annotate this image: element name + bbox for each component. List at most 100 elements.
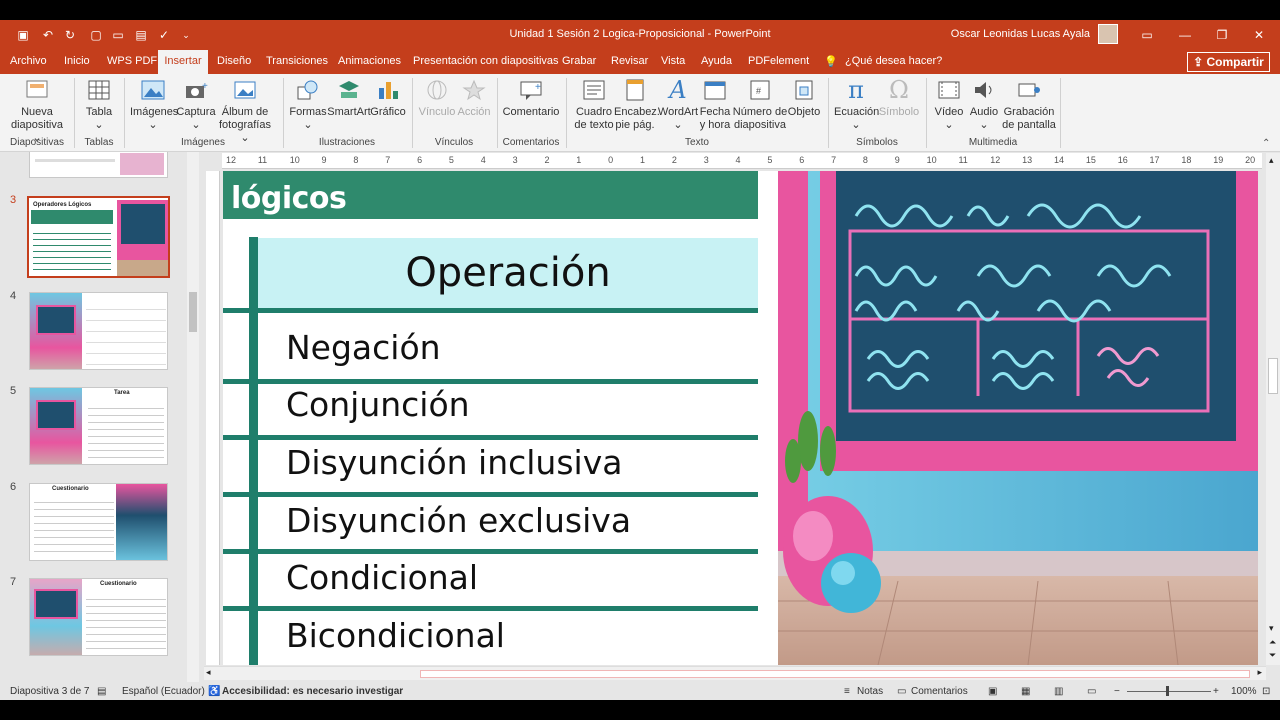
spellcheck-icon[interactable]: ▤ <box>97 686 106 697</box>
zoom-out-icon[interactable]: − <box>1114 686 1120 697</box>
operation-cell[interactable]: Conjunción <box>286 385 470 424</box>
wordart-button[interactable]: A WordArt ⌄ <box>656 78 700 132</box>
scroll-right-icon[interactable]: ▸ <box>1257 667 1262 678</box>
screenshot-button[interactable]: + Captura ⌄ <box>176 78 216 132</box>
group-label-multimedia: Multimedia <box>968 137 1018 148</box>
slide-thumbnail-3[interactable]: Operadores Lógicos <box>27 196 170 278</box>
operation-cell[interactable]: Condicional <box>286 558 478 597</box>
reading-view-icon[interactable]: ▥ <box>1054 686 1063 697</box>
screen-recording-button[interactable]: Grabación de pantalla <box>1002 78 1056 132</box>
table-button[interactable]: Tabla ⌄ <box>80 78 118 132</box>
tab-revisar[interactable]: Revisar <box>611 55 648 67</box>
restore-icon[interactable]: ❐ <box>1213 26 1231 44</box>
collapse-ribbon-icon[interactable]: ⌃ <box>1262 138 1270 149</box>
fit-slide-icon[interactable]: ⊡ <box>1262 686 1270 697</box>
language-status[interactable]: Español (Ecuador) <box>122 686 205 697</box>
zoom-level[interactable]: 100% <box>1231 686 1257 697</box>
tab-vista[interactable]: Vista <box>661 55 685 67</box>
group-label-ilustraciones: Ilustraciones <box>318 137 376 148</box>
slide-sorter-icon[interactable]: ▦ <box>1021 686 1030 697</box>
notes-button[interactable]: Notas <box>857 686 883 697</box>
group-label-tablas: Tablas <box>84 137 114 148</box>
vscroll-thumb[interactable] <box>1268 358 1278 394</box>
previous-slide-icon[interactable]: ⏶ <box>1269 637 1276 648</box>
comments-button[interactable]: Comentarios <box>911 686 968 697</box>
slide-canvas[interactable]: lógicos Operación Negación Conjunción Di… <box>223 171 1258 665</box>
text-box-button[interactable]: Cuadro de texto <box>572 78 616 132</box>
link-button[interactable]: Vínculo <box>418 78 456 119</box>
tab-ayuda[interactable]: Ayuda <box>701 55 732 67</box>
tab-insertar[interactable]: Insertar <box>158 50 208 74</box>
scroll-left-icon[interactable]: ◂ <box>206 667 211 678</box>
operation-cell[interactable]: Bicondicional <box>286 616 505 655</box>
operation-cell[interactable]: Disyunción exclusiva <box>286 501 631 540</box>
tab-presentacion[interactable]: Presentación con diapositivas <box>413 55 559 67</box>
slideshow-icon[interactable]: ▭ <box>1087 686 1096 697</box>
tell-me-search[interactable]: ¿Qué desea hacer? <box>845 55 942 67</box>
slide-thumbnail-4[interactable] <box>29 292 168 370</box>
operation-cell[interactable]: Disyunción inclusiva <box>286 443 622 482</box>
object-button[interactable]: Objeto <box>786 78 822 119</box>
group-label-texto: Texto <box>685 137 709 148</box>
horizontal-scrollbar[interactable]: ◂ ▸ <box>204 666 1266 680</box>
photo-album-button[interactable]: Álbum de fotografías ⌄ <box>214 78 276 145</box>
slide-number-button[interactable]: # Número de diapositiva <box>732 78 788 132</box>
action-button[interactable]: Acción <box>456 78 492 119</box>
chart-button[interactable]: Gráfico <box>370 78 406 119</box>
notes-icon[interactable]: ≡ <box>844 686 850 697</box>
shapes-button[interactable]: Formas ⌄ <box>289 78 327 132</box>
share-button[interactable]: ⇪ Compartir <box>1187 52 1270 72</box>
comment-button[interactable]: + Comentario <box>502 78 560 119</box>
tab-wps-pdf[interactable]: WPS PDF <box>107 55 157 67</box>
tab-archivo[interactable]: Archivo <box>10 55 47 67</box>
normal-view-icon[interactable]: ▣ <box>988 686 997 697</box>
user-name[interactable]: Oscar Leonidas Lucas Ayala <box>951 28 1090 40</box>
zoom-slider[interactable] <box>1127 691 1211 692</box>
slide-thumbnail-6[interactable]: Cuestionario <box>29 483 168 561</box>
slide-thumbnails-pane[interactable]: 3 Operadores Lógicos 4 5 Tarea 6 Cuestio… <box>0 152 202 682</box>
slide-number: 5 <box>10 385 17 397</box>
scroll-up-icon[interactable]: ▴ <box>1269 155 1274 166</box>
scroll-down-icon[interactable]: ▾ <box>1269 623 1274 634</box>
next-slide-icon[interactable]: ⏷ <box>1269 650 1276 661</box>
header-footer-button[interactable]: Encabez. pie pág. <box>614 78 660 132</box>
tab-grabar[interactable]: Grabar <box>562 55 596 67</box>
group-separator <box>283 78 284 148</box>
tab-pdfelement[interactable]: PDFelement <box>748 55 809 67</box>
date-time-button[interactable]: Fecha y hora <box>698 78 732 132</box>
tab-transiciones[interactable]: Transiciones <box>266 55 328 67</box>
new-slide-button[interactable]: Nueva diapositiva ⌄ <box>6 78 68 145</box>
slide-thumbnail-5[interactable]: Tarea <box>29 387 168 465</box>
smartart-button[interactable]: SmartArt <box>327 78 371 119</box>
zoom-in-icon[interactable]: + <box>1213 686 1219 697</box>
video-label: Vídeo <box>934 106 964 118</box>
screen-recording-label: Grabación <box>1003 106 1055 118</box>
tab-animaciones[interactable]: Animaciones <box>338 55 401 67</box>
vertical-scrollbar[interactable]: ▴ ▾ ⏶ ⏷ <box>1266 153 1280 665</box>
operation-cell[interactable]: Negación <box>286 328 441 367</box>
accessibility-status[interactable]: Accesibilidad: es necesario investigar <box>222 686 403 697</box>
smartart-icon <box>339 81 359 98</box>
images-button[interactable]: Imágenes ⌄ <box>130 78 178 132</box>
symbol-button[interactable]: Ω Símbolo <box>878 78 920 119</box>
avatar[interactable] <box>1098 24 1118 44</box>
minimize-icon[interactable]: — <box>1176 26 1194 44</box>
table-header-cell[interactable]: Operación <box>258 238 758 308</box>
ruler-tick-label: 6 <box>799 155 805 165</box>
equation-button[interactable]: π Ecuación ⌄ <box>834 78 879 132</box>
classroom-image[interactable] <box>778 171 1258 665</box>
close-icon[interactable]: ✕ <box>1250 26 1268 44</box>
tab-diseno[interactable]: Diseño <box>217 55 251 67</box>
comments-icon[interactable]: ▭ <box>897 686 906 697</box>
zoom-slider-thumb[interactable] <box>1166 686 1169 696</box>
scrollbar-thumb[interactable] <box>420 670 1250 678</box>
tab-inicio[interactable]: Inicio <box>64 55 90 67</box>
slide-heading[interactable]: lógicos <box>231 181 347 216</box>
slide-thumbnail-2[interactable] <box>29 152 168 178</box>
slide-thumbnail-7[interactable]: Cuestionario <box>29 578 168 656</box>
audio-button[interactable]: Audio ⌄ <box>966 78 1002 132</box>
video-button[interactable]: Vídeo ⌄ <box>932 78 966 132</box>
thumbnails-scrollbar[interactable] <box>187 152 199 682</box>
accessibility-icon[interactable]: ♿ <box>208 686 220 697</box>
ribbon-display-icon[interactable]: ▭ <box>1138 26 1156 44</box>
